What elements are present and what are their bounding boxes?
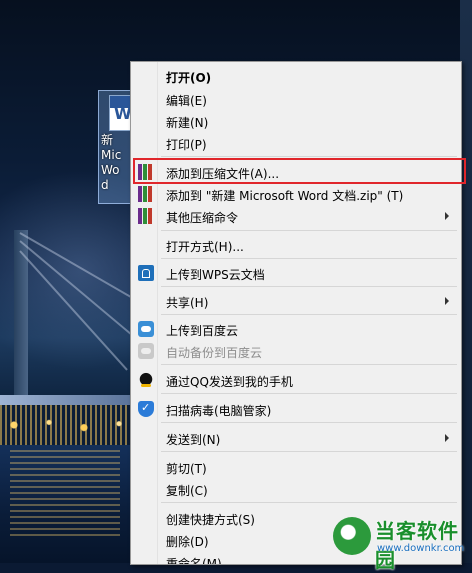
menu-separator [161,393,457,394]
submenu-arrow-icon [445,297,449,305]
water-reflection [10,450,120,540]
menu-item-label: 创建快捷方式(S) [166,513,255,527]
menu-item-label: 编辑(E) [166,94,207,108]
menu-item-label: 剪切(T) [166,462,207,476]
menu-item-label: 删除(D) [166,535,209,549]
menu-separator [161,258,457,259]
menu-item-scan-virus[interactable]: 扫描病毒(电脑管家) [133,398,459,420]
menu-item-upload-baidu[interactable]: 上传到百度云 [133,318,459,340]
qq-penguin-icon [138,372,154,388]
menu-item-label: 新建(N) [166,116,209,130]
menu-item-label: 打开(O) [166,71,212,85]
menu-item-share[interactable]: 共享(H) [133,290,459,312]
menu-item-auto-backup-baidu: 自动备份到百度云 [133,340,459,362]
menu-item-other-compress[interactable]: 其他压缩命令 [133,205,459,227]
menu-separator [161,286,457,287]
menu-separator [161,156,457,157]
highlight-box [133,158,466,184]
menu-item-label: 上传到WPS云文档 [166,268,265,282]
menu-item-label: 重命名(M) [166,557,222,565]
menu-separator [161,422,457,423]
menu-item-label: 其他压缩命令 [166,211,239,225]
menu-item-label: 扫描病毒(电脑管家) [166,404,272,418]
menu-item-copy[interactable]: 复制(C) [133,478,459,500]
menu-item-label: 自动备份到百度云 [166,346,263,360]
menu-item-open[interactable]: 打开(O) [133,65,459,87]
menu-item-print[interactable]: 打印(P) [133,132,459,154]
bridge-deck [0,395,140,405]
menu-item-label: 添加到 "新建 Microsoft Word 文档.zip" (T) [166,189,404,203]
context-menu: 打开(O) 编辑(E) 新建(N) 打印(P) 添加到压缩文件(A)... 添加… [130,61,462,565]
menu-item-label: 发送到(N) [166,433,221,447]
menu-item-upload-wps[interactable]: 上传到WPS云文档 [133,262,459,284]
menu-separator [161,364,457,365]
baidu-cloud-icon [138,321,154,337]
menu-item-label: 共享(H) [166,296,209,310]
winrar-books-icon [138,186,154,202]
menu-item-label: 复制(C) [166,484,208,498]
menu-item-open-with[interactable]: 打开方式(H)... [133,234,459,256]
watermark: 当客软件园 www.downkr.com [333,513,465,572]
menu-item-label: 打开方式(H)... [166,240,244,254]
menu-item-send-to[interactable]: 发送到(N) [133,427,459,449]
menu-item-new[interactable]: 新建(N) [133,110,459,132]
menu-separator [161,314,457,315]
menu-item-label: 通过QQ发送到我的手机 [166,375,293,389]
submenu-arrow-icon [445,212,449,220]
desktop-file-label: 新 Mic Wo d [101,133,122,192]
menu-item-cut[interactable]: 剪切(T) [133,456,459,478]
menu-separator [161,230,457,231]
submenu-arrow-icon [445,434,449,442]
watermark-url: www.downkr.com [377,543,465,554]
city-lights [0,412,140,438]
menu-separator [161,502,457,503]
menu-item-label: 打印(P) [166,138,207,152]
shield-icon [138,401,154,417]
menu-item-edit[interactable]: 编辑(E) [133,88,459,110]
watermark-logo-icon [333,517,371,555]
menu-item-label: 上传到百度云 [166,324,239,338]
baidu-cloud-icon [138,343,154,359]
winrar-books-icon [138,208,154,224]
menu-item-add-to-zip[interactable]: 添加到 "新建 Microsoft Word 文档.zip" (T) [133,183,459,205]
wps-cloud-icon [138,265,154,281]
menu-separator [161,451,457,452]
menu-item-send-qq[interactable]: 通过QQ发送到我的手机 [133,369,459,391]
